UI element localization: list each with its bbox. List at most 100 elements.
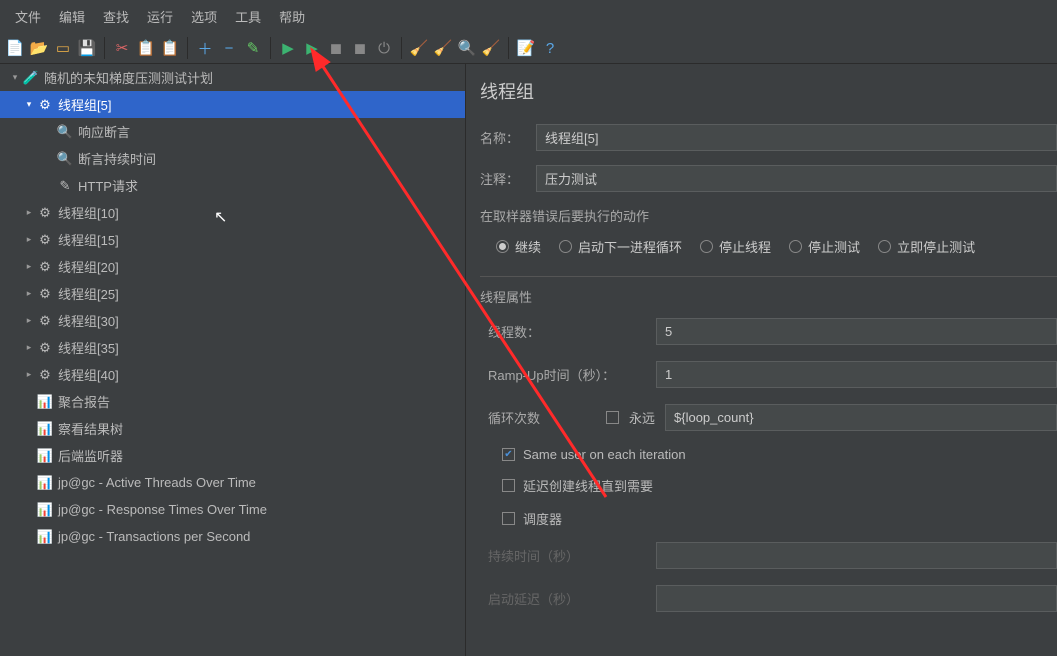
node-label: 线程组[30] [58, 311, 119, 330]
clear-icon[interactable]: 🧹 [410, 39, 428, 57]
props-title: 线程属性 [480, 287, 1057, 306]
save-icon[interactable]: 💾 [78, 39, 96, 57]
loop-label: 循环次数 [488, 408, 606, 427]
forever-label: 永远 [629, 408, 655, 427]
panel-title: 线程组 [480, 78, 1057, 104]
listener-node[interactable]: 📊jp@gc - Transactions per Second [0, 523, 465, 550]
tree-pane: ▾ 🧪 随机的未知梯度压测测试计划 ▾ ⚙ 线程组[5] 🔍响应断言🔍断言持续时… [0, 64, 466, 656]
node-label: 随机的未知梯度压测测试计划 [44, 68, 213, 87]
radio-0[interactable]: 继续 [496, 237, 541, 256]
copy-icon[interactable]: 📋 [137, 39, 155, 57]
toolbar-separator [508, 37, 509, 59]
radio-3[interactable]: 停止测试 [789, 237, 860, 256]
toolbar: 📄 📂 ▭ 💾 ✂ 📋 📋 ＋−✎ ▶ ▶ ◼ ◼ ⏻ 🧹 🧹 🔍 🧹 📝? [0, 33, 1057, 64]
menu-运行[interactable]: 运行 [138, 4, 182, 29]
tree-node[interactable]: 🔍断言持续时间 [0, 145, 465, 172]
same-user-label: Same user on each iteration [523, 447, 686, 462]
threads-input[interactable] [656, 318, 1057, 345]
duration-input[interactable] [656, 542, 1057, 569]
node-label: 聚合报告 [58, 392, 110, 411]
scheduler-checkbox[interactable] [502, 512, 515, 525]
ramp-label: Ramp-Up时间（秒）： [488, 365, 656, 384]
node-label: 线程组[20] [58, 257, 119, 276]
run-icon[interactable]: ▶ [279, 39, 297, 57]
node-label: 线程组[35] [58, 338, 119, 357]
shutdown-icon[interactable]: ⏻ [375, 39, 393, 57]
same-user-checkbox[interactable]: ✔ [502, 448, 515, 461]
func-icon[interactable]: 📝 [517, 39, 535, 57]
stop-all-icon[interactable]: ◼ [351, 39, 369, 57]
close-icon[interactable]: ▭ [54, 39, 72, 57]
thread-group-node[interactable]: ▸⚙线程组[30] [0, 307, 465, 334]
clear-all-icon[interactable]: 🧹 [434, 39, 452, 57]
listener-node[interactable]: 📊jp@gc - Active Threads Over Time [0, 469, 465, 496]
listener-node[interactable]: 📊聚合报告 [0, 388, 465, 415]
toolbar-separator [270, 37, 271, 59]
minus-icon[interactable]: − [220, 39, 238, 57]
gear-icon: ⚙ [36, 97, 54, 113]
search-icon[interactable]: 🔍 [458, 39, 476, 57]
loop-input[interactable] [665, 404, 1057, 431]
delay-input[interactable] [656, 585, 1057, 612]
node-label: jp@gc - Transactions per Second [58, 529, 250, 544]
gear-icon: ⚙ [36, 367, 54, 383]
tree-node[interactable]: 🔍响应断言 [0, 118, 465, 145]
comment-input[interactable] [536, 165, 1057, 192]
cut-icon[interactable]: ✂ [113, 39, 131, 57]
thread-group-node[interactable]: ▸⚙线程组[20] [0, 253, 465, 280]
radio-4[interactable]: 立即停止测试 [878, 237, 975, 256]
node-label: 后端监听器 [58, 446, 123, 465]
menu-编辑[interactable]: 编辑 [50, 4, 94, 29]
menu-查找[interactable]: 查找 [94, 4, 138, 29]
wand-icon[interactable]: ✎ [244, 39, 262, 57]
thread-group-node[interactable]: ▸⚙线程组[15] [0, 226, 465, 253]
radio-button[interactable] [559, 240, 572, 253]
radio-button[interactable] [789, 240, 802, 253]
listener-node[interactable]: 📊后端监听器 [0, 442, 465, 469]
sweep-icon[interactable]: 🧹 [482, 39, 500, 57]
threads-label: 线程数： [488, 322, 656, 341]
radio-label: 停止线程 [719, 237, 771, 256]
expander-icon: ▸ [22, 342, 36, 353]
menu-工具[interactable]: 工具 [226, 4, 270, 29]
menu-文件[interactable]: 文件 [6, 4, 50, 29]
gear-icon: ⚙ [36, 259, 54, 275]
thread-group-node[interactable]: ▸⚙线程组[10] [0, 199, 465, 226]
node-label: 线程组[15] [58, 230, 119, 249]
name-label: 名称： [480, 128, 536, 147]
thread-group-node[interactable]: ▸⚙线程组[35] [0, 334, 465, 361]
new-icon[interactable]: 📄 [6, 39, 24, 57]
menu-帮助[interactable]: 帮助 [270, 4, 314, 29]
radio-button[interactable] [700, 240, 713, 253]
ramp-input[interactable] [656, 361, 1057, 388]
radio-1[interactable]: 启动下一进程循环 [559, 237, 682, 256]
plus-icon[interactable]: ＋ [196, 39, 214, 57]
tree-node[interactable]: ✎HTTP请求 [0, 172, 465, 199]
node-label: 线程组[40] [58, 365, 119, 384]
gear-icon: ⚙ [36, 232, 54, 248]
thread-group-node[interactable]: ▸⚙线程组[25] [0, 280, 465, 307]
thread-group-node-selected[interactable]: ▾ ⚙ 线程组[5] [0, 91, 465, 118]
paste-icon[interactable]: 📋 [161, 39, 179, 57]
name-input[interactable] [536, 124, 1057, 151]
node-label: 线程组[5] [58, 95, 111, 114]
help-icon[interactable]: ? [541, 39, 559, 57]
radio-2[interactable]: 停止线程 [700, 237, 771, 256]
chart-icon: 📊 [36, 421, 54, 437]
expander-icon: ▸ [22, 234, 36, 245]
stop-icon[interactable]: ◼ [327, 39, 345, 57]
open-icon[interactable]: 📂 [30, 39, 48, 57]
listener-node[interactable]: 📊察看结果树 [0, 415, 465, 442]
duration-label: 持续时间（秒） [488, 546, 656, 565]
listener-node[interactable]: 📊jp@gc - Response Times Over Time [0, 496, 465, 523]
delay-create-checkbox[interactable] [502, 479, 515, 492]
radio-button[interactable] [496, 240, 509, 253]
menubar: 文件编辑查找运行选项工具帮助 [0, 0, 1057, 33]
run-next-icon[interactable]: ▶ [303, 39, 321, 57]
forever-checkbox[interactable] [606, 411, 619, 424]
radio-button[interactable] [878, 240, 891, 253]
test-plan-node[interactable]: ▾ 🧪 随机的未知梯度压测测试计划 [0, 64, 465, 91]
thread-group-node[interactable]: ▸⚙线程组[40] [0, 361, 465, 388]
chart-icon: 📊 [36, 475, 54, 491]
menu-选项[interactable]: 选项 [182, 4, 226, 29]
